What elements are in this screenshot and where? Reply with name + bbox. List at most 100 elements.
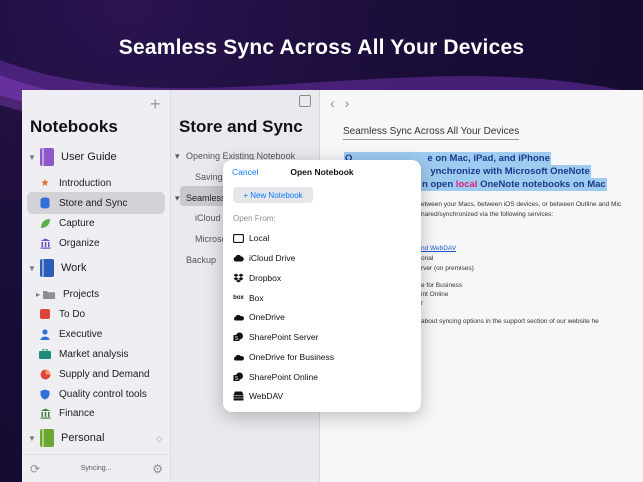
page-item[interactable]: Saving (195, 172, 223, 182)
page-item[interactable]: Backup (186, 255, 216, 265)
page-item[interactable]: Microso (195, 234, 227, 244)
sidebar-item-label: Organize (59, 237, 100, 249)
shield-icon (39, 388, 51, 400)
chevron-down-icon[interactable]: ▼ (28, 434, 38, 443)
sidebar-item-capture[interactable]: Capture (22, 212, 171, 234)
sidebar-item-label: Store and Sync (59, 197, 128, 209)
sidebar-item-label: To Do (59, 308, 86, 320)
location-sharepoint-online[interactable]: S SharePoint Online (233, 370, 318, 384)
database-icon (39, 197, 51, 209)
sidebar-item-market-analysis[interactable]: Market analysis (22, 343, 171, 365)
notebook-icon (40, 429, 54, 447)
chevron-down-icon[interactable]: ▼ (28, 153, 38, 162)
bank-icon (39, 237, 51, 249)
sidebar-item-finance[interactable]: Finance (22, 402, 171, 424)
square-icon (39, 308, 51, 320)
notebook-icon (40, 259, 54, 277)
sidebar-item-projects[interactable]: ▸ Projects (22, 283, 171, 305)
new-notebook-button[interactable]: + New Notebook (233, 187, 313, 203)
dropbox-icon (233, 273, 244, 284)
briefcase-icon (39, 348, 51, 360)
monitor-icon (233, 233, 244, 244)
page-title: Seamless Sync Across All Your Devices (343, 126, 520, 140)
sidebar-title: Notebooks (30, 117, 118, 136)
notebook-work[interactable]: ▼ Work (22, 257, 171, 279)
cancel-button[interactable]: Cancel (232, 167, 258, 177)
sidebar-item-label: Capture (59, 217, 95, 229)
gear-icon[interactable]: ⚙ (152, 462, 163, 476)
page-item[interactable]: iCloud (195, 213, 221, 223)
chevron-down-icon[interactable]: ▾ (175, 193, 180, 204)
add-notebook-button[interactable]: + (150, 94, 161, 115)
highlight-line: n open local OneNote notebooks on Mac (421, 178, 607, 191)
sidebar-item-label: Finance (59, 407, 95, 419)
sidebar-item-label: Market analysis (59, 348, 129, 360)
sidebar-item-executive[interactable]: Executive (22, 323, 171, 345)
forward-arrow-icon[interactable]: › (345, 95, 360, 111)
sidebar-item-label: Executive (59, 328, 103, 340)
sharepoint-icon: S (233, 372, 244, 383)
onedrive-icon (233, 352, 244, 363)
sidebar: + Notebooks ▼ User Guide ★ Introduction … (22, 90, 171, 482)
chevron-down-icon[interactable]: ▾ (175, 151, 180, 162)
sidebar-item-to-do[interactable]: To Do (22, 303, 171, 325)
new-page-icon[interactable] (299, 95, 311, 107)
body-text: onal (421, 255, 434, 262)
sidebar-item-organize[interactable]: Organize (22, 232, 171, 254)
notebook-icon (40, 148, 54, 166)
notebook-personal[interactable]: ▼ Personal ◇ (22, 427, 171, 449)
headline: Seamless Sync Across All Your Devices (118, 36, 525, 59)
app-window: + Notebooks ▼ User Guide ★ Introduction … (22, 90, 643, 482)
sidebar-item-introduction[interactable]: ★ Introduction (22, 172, 171, 194)
body-text: hared/synchronized via the following ser… (421, 211, 554, 218)
location-box[interactable]: box Box (233, 291, 264, 305)
bank-icon (39, 407, 51, 419)
leaf-icon (39, 217, 51, 229)
location-dropbox[interactable]: Dropbox (233, 271, 281, 285)
body-link[interactable]: nd WebDAV (421, 245, 456, 252)
sync-status: Syncing... (80, 465, 112, 472)
notebook-label: User Guide (61, 151, 117, 163)
body-text: etween your Macs, between iOS devices, o… (421, 201, 622, 208)
sidebar-item-label: Quality control tools (59, 388, 147, 400)
sync-bar: ⟳ Syncing... ⚙ (22, 454, 171, 482)
box-icon: box (233, 295, 244, 301)
location-sharepoint-server[interactable]: S SharePoint Server (233, 330, 318, 344)
open-from-label: Open From: (233, 214, 276, 223)
sidebar-item-store-and-sync[interactable]: Store and Sync (27, 192, 165, 214)
location-icloud-drive[interactable]: iCloud Drive (233, 251, 295, 265)
body-text: r (421, 300, 424, 307)
open-notebook-dialog: Open Notebook Cancel + New Notebook Open… (223, 160, 421, 412)
sidebar-item-label: Projects (63, 288, 100, 300)
notebook-label: Personal (61, 432, 105, 444)
location-local[interactable]: Local (233, 231, 269, 245)
chevron-right-icon[interactable]: ▸ (36, 290, 42, 299)
body-text: int Online (421, 291, 449, 298)
notebook-user-guide[interactable]: ▼ User Guide (22, 146, 171, 168)
back-arrow-icon[interactable]: ‹ (330, 95, 345, 111)
sidebar-item-label: Introduction (59, 177, 112, 189)
sync-icon[interactable]: ⟳ (30, 462, 40, 476)
star-icon: ★ (40, 177, 50, 189)
body-text: rver (on premises) (421, 265, 474, 272)
page-item-selected[interactable]: Seamless (186, 193, 226, 203)
chevron-down-icon[interactable]: ▼ (28, 264, 38, 273)
cloud-icon (233, 253, 244, 264)
section-title: Store and Sync (179, 117, 303, 136)
sharepoint-icon: S (233, 332, 244, 343)
pie-icon (39, 368, 51, 380)
person-icon (39, 328, 51, 340)
location-onedrive-for-business[interactable]: OneDrive for Business (233, 350, 334, 364)
location-onedrive[interactable]: OneDrive (233, 310, 285, 324)
body-text: about syncing options in the support sec… (421, 318, 599, 325)
sidebar-item-label: Supply and Demand (59, 368, 150, 380)
onedrive-icon (233, 312, 244, 323)
server-icon (233, 391, 244, 402)
nav-arrows: ‹› (330, 95, 359, 111)
diamond-icon: ◇ (156, 433, 163, 443)
notebook-label: Work (61, 262, 87, 274)
body-text: e for Business (421, 282, 463, 289)
location-webdav[interactable]: WebDAV (233, 389, 283, 403)
sidebar-item-supply-and-demand[interactable]: Supply and Demand (22, 363, 171, 385)
folder-icon (43, 288, 55, 300)
